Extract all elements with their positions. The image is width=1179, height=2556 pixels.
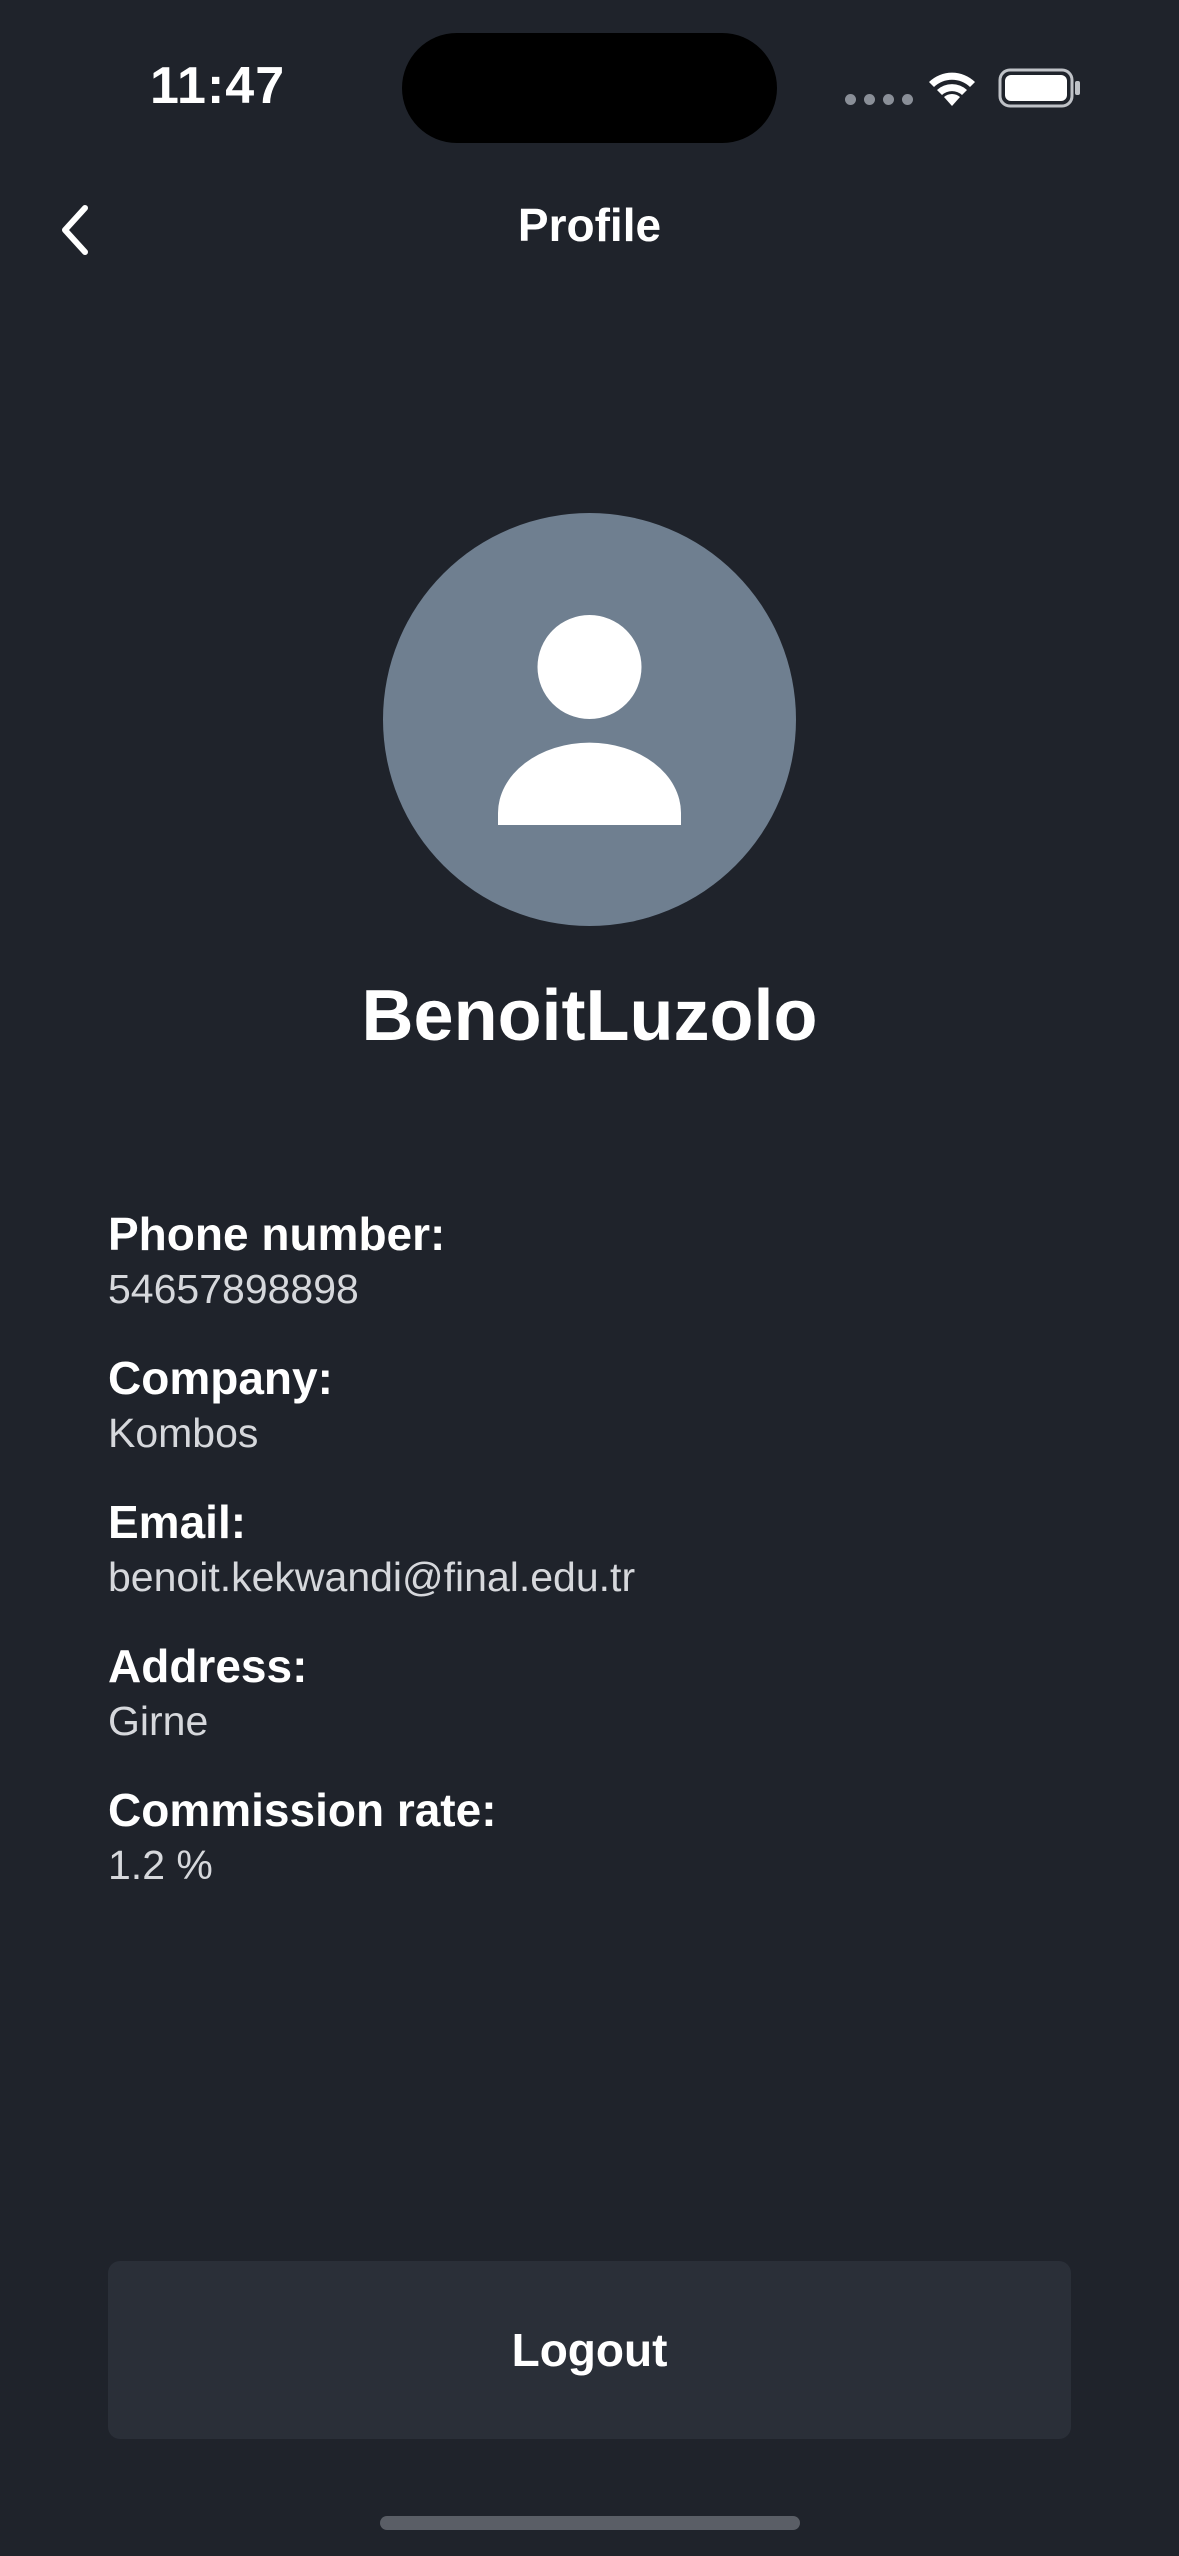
status-time: 11:47 (150, 57, 286, 115)
info-item-email: Email: benoit.kekwandi@final.edu.tr (108, 1493, 1068, 1637)
navigation-bar: Profile (0, 180, 1179, 280)
wifi-icon (929, 72, 975, 106)
info-label: Commission rate: (108, 1784, 497, 1836)
logout-button[interactable]: Logout (108, 2261, 1071, 2439)
info-item-commission-rate: Commission rate: 1.2 % (108, 1781, 1068, 1925)
cellular-signal-icon (845, 94, 913, 105)
avatar (383, 513, 796, 926)
info-value: Girne (108, 1698, 209, 1744)
info-item-phone: Phone number: 54657898898 (108, 1205, 1068, 1349)
user-name: BenoitLuzolo (361, 976, 818, 1056)
dynamic-island (402, 33, 777, 143)
profile-info-list: Phone number: 54657898898 Company: Kombo… (108, 1205, 1068, 1925)
info-label: Email: (108, 1496, 247, 1548)
info-value: Kombos (108, 1410, 259, 1456)
info-value: benoit.kekwandi@final.edu.tr (108, 1554, 636, 1600)
info-item-address: Address: Girne (108, 1637, 1068, 1781)
status-bar: 11:47 (0, 0, 1179, 180)
info-item-company: Company: Kombos (108, 1349, 1068, 1493)
person-icon (498, 615, 681, 825)
info-value: 1.2 % (108, 1842, 213, 1888)
info-label: Company: (108, 1352, 333, 1404)
battery-icon (998, 68, 1080, 108)
info-value: 54657898898 (108, 1266, 359, 1312)
profile-screen: 11:47 Profile BenoitLuzolo Phone number:… (0, 0, 1179, 2556)
home-indicator[interactable] (380, 2516, 800, 2530)
info-label: Address: (108, 1640, 308, 1692)
page-title: Profile (517, 199, 662, 251)
info-label: Phone number: (108, 1208, 446, 1260)
